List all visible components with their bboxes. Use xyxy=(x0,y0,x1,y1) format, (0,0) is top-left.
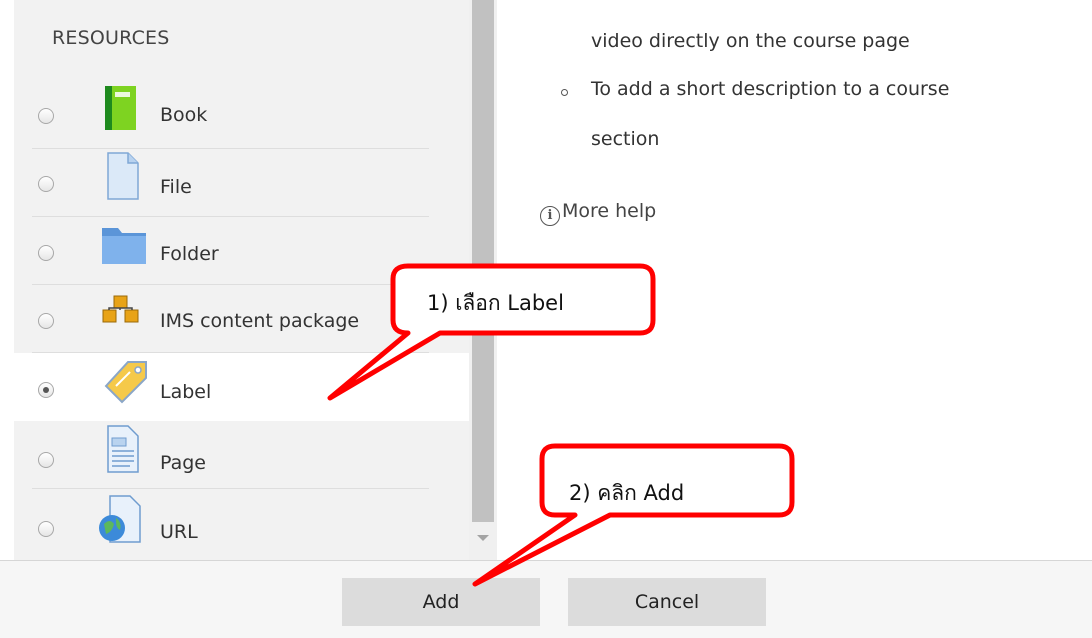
callout-bubble-step1 xyxy=(327,263,656,401)
callout-bubble-step2 xyxy=(472,443,795,587)
callout-text-step2: 2) คลิก Add xyxy=(569,481,685,505)
callout-text-step1: 1) เลือก Label xyxy=(427,291,564,315)
